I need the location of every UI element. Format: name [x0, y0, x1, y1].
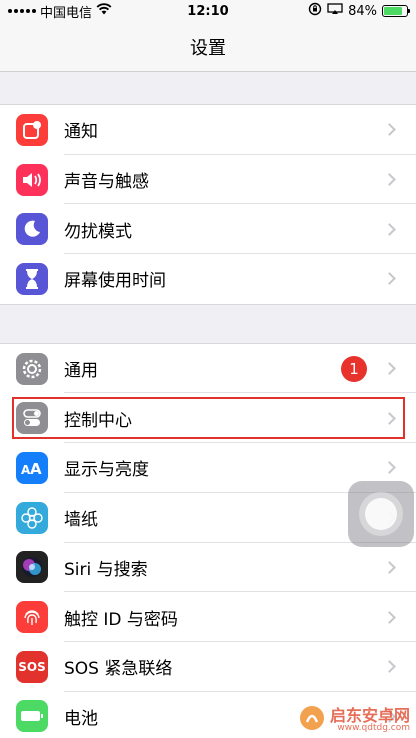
- settings-row[interactable]: 触控 ID 与密码: [0, 592, 416, 642]
- chevron-right-icon: [383, 660, 396, 674]
- toggles-icon: [16, 402, 48, 435]
- carrier-name: 中国电信: [40, 5, 93, 21]
- settings-row-label: 屏幕使用时间: [64, 271, 166, 292]
- signal-icon: [8, 9, 36, 13]
- rotation-lock-icon: [308, 2, 322, 20]
- assistive-touch-button[interactable]: [348, 481, 414, 547]
- watermark-url: www.qdtdg.com: [337, 722, 410, 733]
- chevron-right-icon: [383, 560, 396, 574]
- display-aa-icon: AA: [16, 451, 48, 484]
- status-left: 中国电信: [8, 2, 112, 21]
- wifi-icon: [96, 3, 112, 19]
- chevron-right-icon: [383, 362, 396, 375]
- fingerprint-icon: [16, 601, 48, 634]
- settings-row[interactable]: Siri 与搜索: [0, 543, 416, 593]
- assistive-touch-ring: [359, 492, 403, 536]
- chevron-right-icon: [383, 411, 396, 425]
- battery-percent: 84%: [348, 3, 377, 19]
- settings-row[interactable]: 通知: [0, 105, 416, 155]
- watermark-logo-icon: [298, 704, 326, 736]
- chevron-right-icon: [383, 123, 396, 137]
- chevron-right-icon: [383, 173, 396, 186]
- screen-mirroring-icon: [327, 3, 343, 19]
- chevron-right-icon: [383, 610, 396, 624]
- settings-row[interactable]: SOS SOS 紧急联络: [0, 642, 416, 692]
- settings-row[interactable]: 控制中心: [0, 393, 416, 444]
- status-bar: 中国电信 12:10 84%: [0, 0, 416, 22]
- settings-row-label: Siri 与搜索: [64, 559, 148, 580]
- gear-icon: [16, 352, 48, 385]
- notification-badge: 1: [341, 355, 367, 382]
- settings-group-1: 通知声音与触感勿扰模式屏幕使用时间: [0, 104, 416, 305]
- notifications-icon: [16, 113, 48, 146]
- sos-icon: SOS: [16, 650, 48, 683]
- svg-text:A: A: [30, 460, 42, 477]
- hourglass-icon: [16, 262, 48, 295]
- status-time: 12:10: [187, 3, 229, 19]
- assistive-touch-dot: [365, 498, 397, 530]
- settings-row[interactable]: 通用 1: [0, 344, 416, 394]
- settings-row[interactable]: 屏幕使用时间: [0, 254, 416, 304]
- chevron-right-icon: [383, 222, 396, 236]
- battery-fill: [384, 7, 403, 15]
- chevron-right-icon: [383, 461, 396, 475]
- status-right: 84%: [308, 2, 410, 20]
- settings-row[interactable]: 勿扰模式: [0, 204, 416, 255]
- settings-row-label: 声音与触感: [64, 172, 149, 193]
- chevron-right-icon: [383, 272, 396, 286]
- wallpaper-flower-icon: [16, 501, 48, 534]
- settings-row-label: 控制中心: [64, 410, 132, 431]
- settings-row-label: 勿扰模式: [64, 221, 132, 242]
- icon-text: SOS: [18, 659, 46, 674]
- settings-row-label: 墙纸: [64, 510, 98, 531]
- watermark-title: 启东安卓网: [329, 705, 410, 725]
- watermark: 启东安卓网 www.qdtdg.com: [298, 704, 410, 736]
- battery-indicator-icon: [382, 5, 410, 17]
- sound-icon: [16, 163, 48, 196]
- settings-row-label: 显示与亮度: [64, 460, 149, 481]
- moon-icon: [16, 213, 48, 246]
- battery-icon: [16, 700, 48, 733]
- settings-row-label: SOS 紧急联络: [64, 659, 173, 680]
- settings-row[interactable]: 声音与触感: [0, 155, 416, 205]
- siri-icon: [16, 551, 48, 584]
- page-title: 设置: [190, 37, 226, 59]
- settings-row-label: 通用: [64, 361, 98, 382]
- settings-row-label: 触控 ID 与密码: [64, 609, 178, 630]
- navigation-bar: 设置: [0, 22, 416, 72]
- settings-row-label: 通知: [64, 122, 98, 143]
